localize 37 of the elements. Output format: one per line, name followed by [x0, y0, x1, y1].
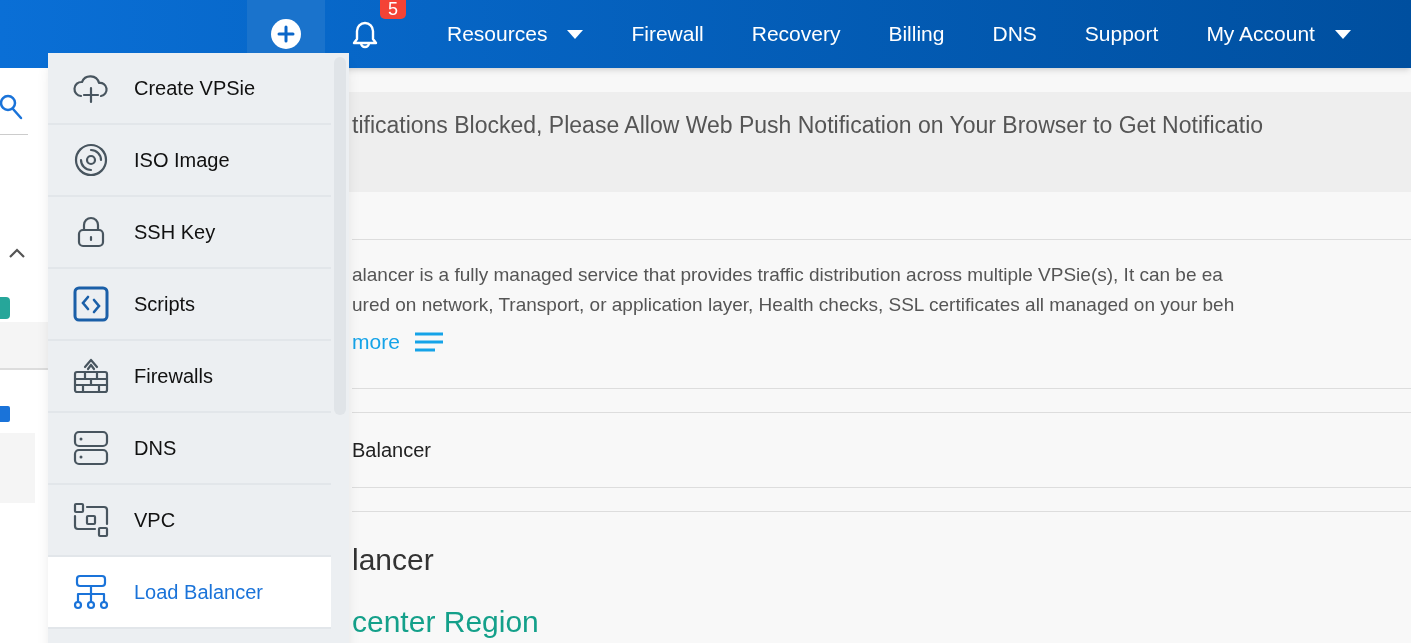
- page-title: lancer: [352, 541, 435, 578]
- section-title: center Region: [352, 603, 540, 640]
- menu-item[interactable]: Scripts: [48, 269, 331, 341]
- caret-down-icon: [567, 29, 584, 39]
- notification-count-badge: 5: [380, 0, 406, 19]
- network-nodes-icon: [73, 502, 109, 538]
- plus-circle-icon: [271, 19, 301, 49]
- menu-item[interactable]: SSH Key: [48, 197, 331, 269]
- search-icon[interactable]: [0, 94, 24, 120]
- menu-item[interactable]: VPC: [48, 485, 331, 557]
- disc-icon: [74, 143, 108, 177]
- nav-link[interactable]: Recovery: [727, 0, 865, 68]
- chevron-up-icon[interactable]: [8, 248, 26, 259]
- cloud-plus-icon: [73, 72, 109, 104]
- menu-lines-icon: [413, 331, 444, 352]
- menu-item[interactable]: DNS: [48, 413, 331, 485]
- status-tag: [0, 297, 10, 319]
- menu-item[interactable]: Firewalls: [48, 341, 331, 413]
- description-text: alancer is a fully managed service that provides traffic distribution across multiple VPSie(s), It can be ea: [352, 263, 1224, 287]
- code-icon: [73, 286, 109, 322]
- caret-down-icon: [1334, 29, 1351, 39]
- nav-link[interactable]: Firewall: [607, 0, 728, 68]
- load-balancer-icon: [73, 574, 109, 610]
- nav-link[interactable]: DNS: [968, 0, 1061, 68]
- nav-link[interactable]: My Account: [1182, 0, 1375, 68]
- banner-text: tifications Blocked, Please Allow Web Push Notification on Your Browser to Get Notificatio: [352, 111, 1265, 140]
- lock-icon: [76, 216, 106, 248]
- nav-link[interactable]: Resources: [423, 0, 608, 68]
- menu-item[interactable]: ISO Image: [48, 125, 331, 197]
- server-icon: [73, 430, 109, 466]
- breadcrumb-text: Balancer: [352, 437, 431, 463]
- description-text: ured on network, Transport, or application layer, Health checks, SSL certificates all managed on your beh: [352, 293, 1236, 317]
- firewall-icon: [73, 358, 109, 394]
- menu-item[interactable]: Load Balancer: [48, 557, 331, 629]
- menu-item[interactable]: Create VPSie: [48, 53, 331, 125]
- nav-link[interactable]: Billing: [864, 0, 969, 68]
- nav-link[interactable]: Support: [1060, 0, 1183, 68]
